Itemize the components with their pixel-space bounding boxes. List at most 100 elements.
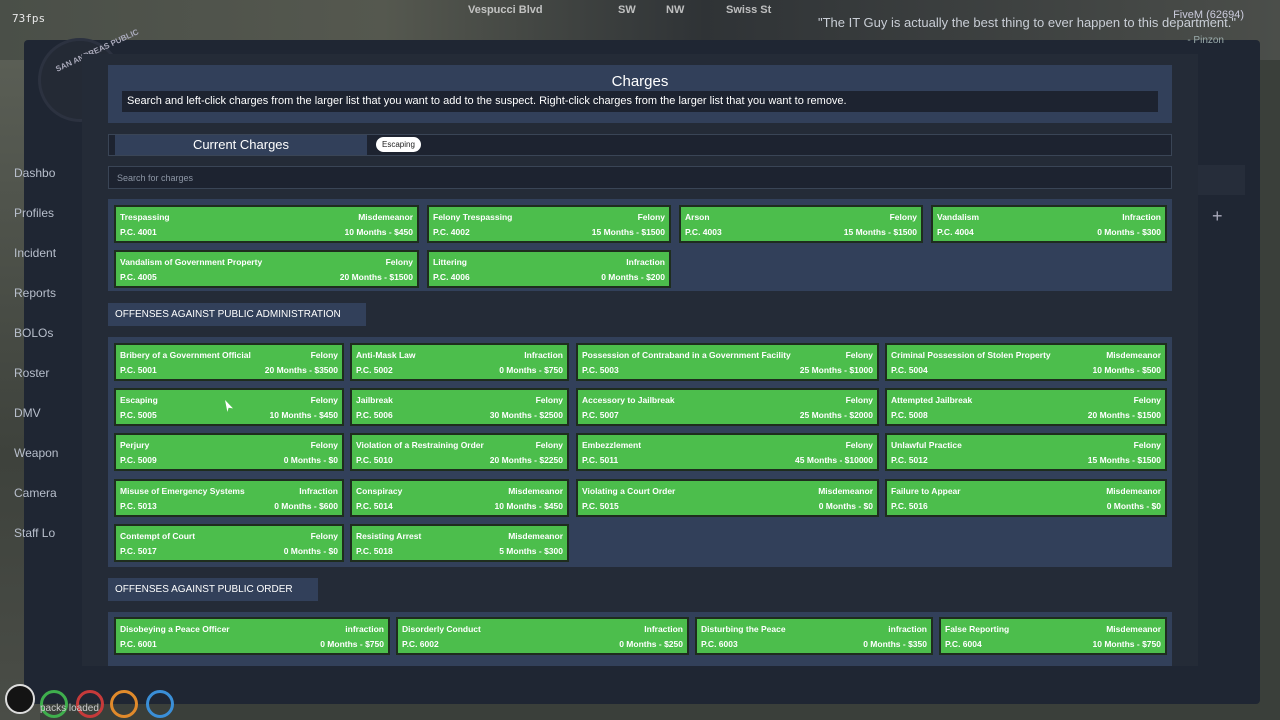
nav-bolos[interactable]: BOLOs <box>14 326 60 340</box>
charge-code: P.C. 5005 <box>120 410 157 420</box>
charge-penalty: 10 Months - $450 <box>344 227 414 237</box>
charge-code: P.C. 6001 <box>120 639 157 649</box>
charge-card[interactable]: Failure to Appear Misdemeanor P.C. 5016 0 M… <box>885 479 1167 517</box>
street-name: Vespucci Blvd <box>468 4 543 16</box>
charge-code: P.C. 5009 <box>120 455 157 465</box>
nav-dashboard[interactable]: Dashbo <box>14 166 60 180</box>
charge-penalty: 10 Months - $450 <box>269 410 339 420</box>
nav-roster[interactable]: Roster <box>14 366 60 380</box>
charge-name: Bribery of a Government Official <box>120 350 251 360</box>
charge-card[interactable]: Embezzlement Felony P.C. 5011 45 Months - $… <box>576 433 879 471</box>
charge-card[interactable]: Resisting Arrest Misdemeanor P.C. 5018 5 Mo… <box>350 524 569 562</box>
charge-card[interactable]: Jailbreak Felony P.C. 5006 30 Months - $250… <box>350 388 569 426</box>
nav-incidents[interactable]: Incident <box>14 246 60 260</box>
charge-class: Misdemeanor <box>1106 350 1161 360</box>
nav-reports[interactable]: Reports <box>14 286 60 300</box>
loading-status: packs loaded <box>40 703 99 714</box>
charge-class: Felony <box>1133 395 1161 405</box>
charge-class: Felony <box>845 350 873 360</box>
mdt-side-panel <box>1197 165 1245 195</box>
street-direction: SW <box>618 4 636 16</box>
current-charge-pill[interactable]: Escaping <box>376 137 421 152</box>
charge-penalty: 0 Months - $600 <box>274 501 338 511</box>
charge-card[interactable]: Contempt of Court Felony P.C. 5017 0 Months… <box>114 524 344 562</box>
charge-code: P.C. 6003 <box>701 639 738 649</box>
charge-name: Escaping <box>120 395 158 405</box>
charge-card[interactable]: Attempted Jailbreak Felony P.C. 5008 20 Mon… <box>885 388 1167 426</box>
charge-class: Felony <box>385 257 413 267</box>
nav-profiles[interactable]: Profiles <box>14 206 60 220</box>
charge-card[interactable]: Criminal Possession of Stolen Property Mi… <box>885 343 1167 381</box>
charge-search-input[interactable] <box>108 166 1172 189</box>
voice-icon <box>5 684 35 714</box>
charge-name: Misuse of Emergency Systems <box>120 486 245 496</box>
charge-card[interactable]: Littering Infraction P.C. 4006 0 Months - $… <box>427 250 671 288</box>
charge-card[interactable]: Perjury Felony P.C. 5009 0 Months - $0 <box>114 433 344 471</box>
charge-card[interactable]: Bribery of a Government Official Felony P.… <box>114 343 344 381</box>
charge-penalty: 25 Months - $1000 <box>799 365 873 375</box>
charge-penalty: 15 Months - $1500 <box>843 227 917 237</box>
charge-penalty: 10 Months - $450 <box>494 501 564 511</box>
charge-code: P.C. 5018 <box>356 546 393 556</box>
charge-card[interactable]: Vandalism of Government Property Felony P.… <box>114 250 419 288</box>
charge-class: Felony <box>1133 440 1161 450</box>
charge-card[interactable]: Anti-Mask Law Infraction P.C. 5002 0 Months… <box>350 343 569 381</box>
charge-penalty: 20 Months - $1500 <box>339 272 413 282</box>
nav-cameras[interactable]: Camera <box>14 486 60 500</box>
charge-code: P.C. 5003 <box>582 365 619 375</box>
charge-name: Perjury <box>120 440 150 450</box>
section-header-public-administration: OFFENSES AGAINST PUBLIC ADMINISTRATION <box>108 303 366 326</box>
nav-staff-logs[interactable]: Staff Lo <box>14 526 60 540</box>
charge-class: Infraction <box>644 624 683 634</box>
charge-card[interactable]: Vandalism Infraction P.C. 4004 0 Months - $… <box>931 205 1167 243</box>
charge-class: Felony <box>310 350 338 360</box>
charge-name: Failure to Appear <box>891 486 961 496</box>
charge-code: P.C. 5002 <box>356 365 393 375</box>
charge-class: Felony <box>310 531 338 541</box>
charge-card[interactable]: Violation of a Restraining Order Felony P.… <box>350 433 569 471</box>
charge-name: Violation of a Restraining Order <box>356 440 484 450</box>
charge-name: Disobeying a Peace Officer <box>120 624 230 634</box>
charge-penalty: 0 Months - $750 <box>320 639 384 649</box>
charge-class: Infraction <box>524 350 563 360</box>
charge-card[interactable]: Trespassing Misdemeanor P.C. 4001 10 Months… <box>114 205 419 243</box>
charge-class: Felony <box>845 440 873 450</box>
charge-card[interactable]: Felony Trespassing Felony P.C. 4002 15 Mont… <box>427 205 671 243</box>
charge-penalty: 15 Months - $1500 <box>1087 455 1161 465</box>
quote-text: "The IT Guy is actually the best thing t… <box>818 15 1236 30</box>
nav-weapons[interactable]: Weapon <box>14 446 60 460</box>
charge-penalty: 0 Months - $350 <box>863 639 927 649</box>
charge-name: Criminal Possession of Stolen Property <box>891 350 1051 360</box>
charge-card[interactable]: Arson Felony P.C. 4003 15 Months - $1500 <box>679 205 923 243</box>
charge-name: Trespassing <box>120 212 170 222</box>
charge-class: Felony <box>637 212 665 222</box>
current-charges-label: Current Charges <box>115 135 367 155</box>
charge-code: P.C. 5004 <box>891 365 928 375</box>
charge-name: Resisting Arrest <box>356 531 422 541</box>
charge-card[interactable]: Disturbing the Peace infraction P.C. 6003 0… <box>695 617 933 655</box>
charge-penalty: 15 Months - $1500 <box>591 227 665 237</box>
charges-modal: Charges Search and left-click charges fr… <box>82 54 1198 666</box>
charge-class: Felony <box>889 212 917 222</box>
charge-card[interactable]: False Reporting Misdemeanor P.C. 6004 10 Mo… <box>939 617 1167 655</box>
nav-dmv[interactable]: DMV <box>14 406 60 420</box>
charge-card[interactable]: Possession of Contraband in a Government… <box>576 343 879 381</box>
charge-card[interactable]: Conspiracy Misdemeanor P.C. 5014 10 Months … <box>350 479 569 517</box>
charge-code: P.C. 5015 <box>582 501 619 511</box>
charge-card[interactable]: Misuse of Emergency Systems Infraction P.C… <box>114 479 344 517</box>
charge-card[interactable]: Disorderly Conduct Infraction P.C. 6002 0 M… <box>396 617 689 655</box>
plus-icon[interactable]: + <box>1212 206 1223 227</box>
charge-code: P.C. 5010 <box>356 455 393 465</box>
charge-card[interactable]: Violating a Court Order Misdemeanor P.C. 5… <box>576 479 879 517</box>
charge-penalty: 20 Months - $3500 <box>264 365 338 375</box>
hunger-ring-icon <box>110 690 138 718</box>
charge-name: Unlawful Practice <box>891 440 962 450</box>
charge-card[interactable]: Accessory to Jailbreak Felony P.C. 5007 25 … <box>576 388 879 426</box>
charge-class: Misdemeanor <box>818 486 873 496</box>
charge-card[interactable]: Unlawful Practice Felony P.C. 5012 15 Month… <box>885 433 1167 471</box>
charge-card[interactable]: Disobeying a Peace Officer infraction P.C.… <box>114 617 390 655</box>
modal-description: Search and left-click charges from the l… <box>122 91 1158 112</box>
charge-code: P.C. 5013 <box>120 501 157 511</box>
charge-code: P.C. 5016 <box>891 501 928 511</box>
charge-penalty: 0 Months - $0 <box>283 455 338 465</box>
